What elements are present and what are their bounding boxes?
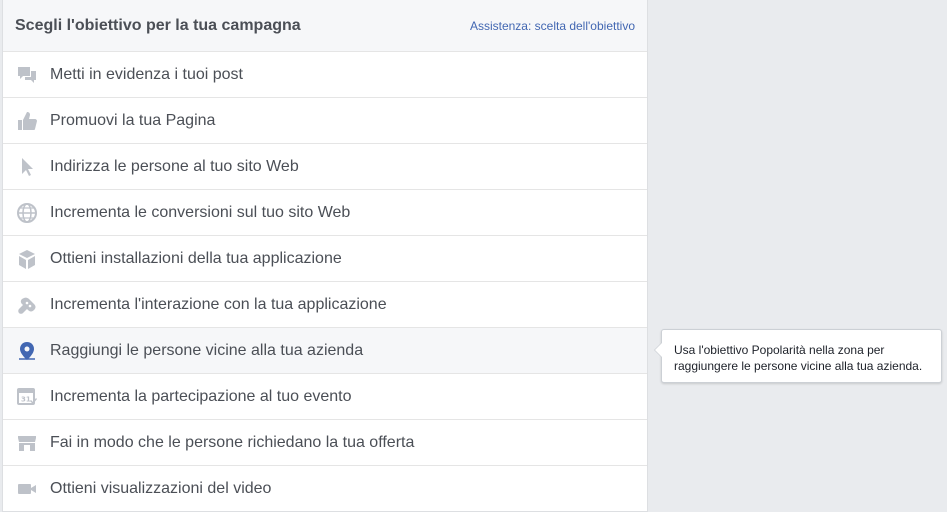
chat-bubbles-icon xyxy=(16,64,38,86)
objective-label: Incrementa le conversioni sul tuo sito W… xyxy=(50,203,351,221)
cursor-arrow-icon xyxy=(16,156,38,178)
objective-label: Promuovi la tua Pagina xyxy=(50,111,216,129)
svg-text:31: 31 xyxy=(21,395,31,403)
objective-label: Ottieni installazioni della tua applicaz… xyxy=(50,249,342,267)
box-icon xyxy=(16,248,38,270)
objective-item-app-engagement[interactable]: Incrementa l'interazione con la tua appl… xyxy=(3,282,647,328)
objective-item-app-installs[interactable]: Ottieni installazioni della tua applicaz… xyxy=(3,236,647,282)
objective-panel: Scegli l'obiettivo per la tua campagna A… xyxy=(2,0,648,512)
objective-label: Ottieni visualizzazioni del video xyxy=(50,480,272,497)
objective-item-page-post-engagement[interactable]: Metti in evidenza i tuoi post xyxy=(3,52,647,98)
page-title: Scegli l'obiettivo per la tua campagna xyxy=(15,16,301,34)
objective-label: Indirizza le persone al tuo sito Web xyxy=(50,157,299,175)
objective-item-local-awareness[interactable]: Raggiungi le persone vicine alla tua azi… xyxy=(3,328,647,374)
objective-label: Fai in modo che le persone richiedano la… xyxy=(50,433,415,451)
objective-item-event-responses[interactable]: 31 Incrementa la partecipazione al tuo e… xyxy=(3,374,647,420)
objective-item-website-clicks[interactable]: Indirizza le persone al tuo sito Web xyxy=(3,144,647,190)
objective-item-offer-claims[interactable]: Fai in modo che le persone richiedano la… xyxy=(3,420,647,466)
objective-label: Incrementa la partecipazione al tuo even… xyxy=(50,387,352,405)
globe-icon xyxy=(16,202,38,224)
gamepad-icon xyxy=(16,294,38,316)
tooltip-arrow-inner xyxy=(655,343,662,357)
objective-item-video-views[interactable]: Ottieni visualizzazioni del video xyxy=(3,466,647,511)
storefront-icon xyxy=(16,432,38,454)
objective-label: Raggiungi le persone vicine alla tua azi… xyxy=(50,341,364,359)
objective-label: Metti in evidenza i tuoi post xyxy=(50,65,243,83)
objective-tooltip: Usa l'obiettivo Popolarità nella zona pe… xyxy=(654,329,942,383)
objective-item-website-conversions[interactable]: Incrementa le conversioni sul tuo sito W… xyxy=(3,190,647,236)
tooltip-text: Usa l'obiettivo Popolarità nella zona pe… xyxy=(674,343,923,373)
calendar-icon: 31 xyxy=(16,386,38,408)
video-camera-icon xyxy=(16,478,38,500)
help-link[interactable]: Assistenza: scelta dell'obiettivo xyxy=(470,19,635,33)
objective-item-page-likes[interactable]: Promuovi la tua Pagina xyxy=(3,98,647,144)
objective-label: Incrementa l'interazione con la tua appl… xyxy=(50,295,387,313)
map-pin-icon xyxy=(16,340,38,362)
thumbs-up-icon xyxy=(16,110,38,132)
panel-header: Scegli l'obiettivo per la tua campagna A… xyxy=(3,0,647,52)
